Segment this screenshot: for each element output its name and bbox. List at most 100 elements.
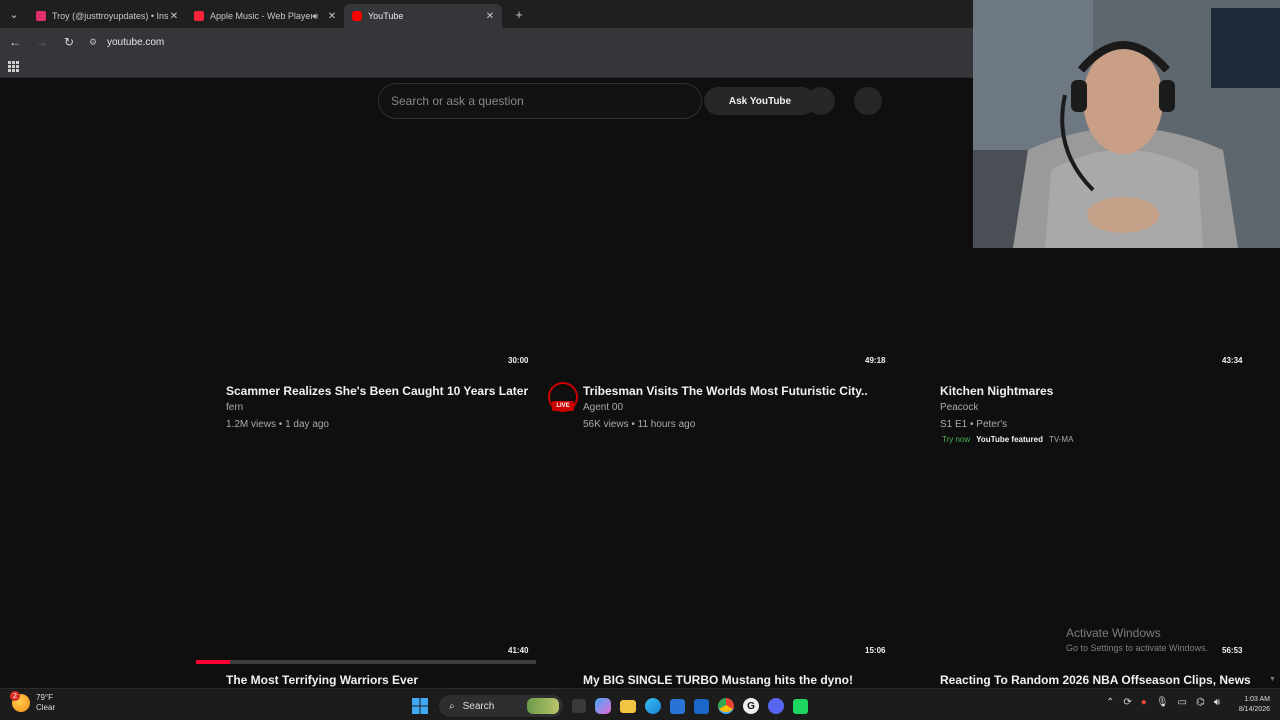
- video-meta: 1.2M views • 1 day ago: [226, 419, 329, 430]
- tab-instagram[interactable]: Troy (@justtroyupdates) • Instag ✕: [28, 4, 186, 28]
- close-icon[interactable]: ✕: [326, 11, 338, 22]
- try-now-badge[interactable]: Try now: [942, 435, 970, 444]
- video-thumbnail[interactable]: [553, 130, 893, 370]
- file-explorer-icon[interactable]: [620, 699, 636, 713]
- create-button[interactable]: [854, 87, 882, 115]
- tab-youtube[interactable]: YouTube ✕: [344, 4, 502, 28]
- tab-title: Troy (@justtroyupdates) • Instag: [52, 11, 168, 21]
- search-icon: ⌕: [449, 700, 455, 712]
- channel-name[interactable]: fern: [226, 402, 243, 413]
- close-icon[interactable]: ✕: [168, 11, 180, 22]
- video-title[interactable]: Tribesman Visits The Worlds Most Futuris…: [583, 384, 868, 398]
- apple-music-icon: [194, 11, 204, 21]
- copilot-icon[interactable]: [595, 698, 611, 714]
- search-box[interactable]: [378, 83, 702, 119]
- reload-button[interactable]: ↻: [57, 30, 81, 54]
- app-g-icon[interactable]: G: [743, 698, 759, 714]
- video-title[interactable]: Scammer Realizes She's Been Caught 10 Ye…: [226, 384, 528, 398]
- search-input[interactable]: [391, 94, 701, 108]
- search-highlight-icon: [527, 698, 559, 714]
- weather-sun-icon: 2: [10, 691, 30, 712]
- outlook-icon[interactable]: [694, 698, 709, 714]
- youtube-icon: [352, 11, 362, 21]
- microphone-icon[interactable]: 🎙︎: [1156, 697, 1169, 708]
- video-title[interactable]: The Most Terrifying Warriors Ever: [226, 673, 418, 687]
- address-bar[interactable]: ⚙ youtube.com: [87, 32, 975, 52]
- taskbar-search[interactable]: ⌕ Search: [439, 695, 563, 717]
- activate-windows-watermark: Activate Windows Go to Settings to activ…: [1066, 626, 1208, 653]
- video-title[interactable]: My BIG SINGLE TURBO Mustang hits the dyn…: [583, 673, 853, 687]
- video-duration: 30:00: [508, 356, 529, 365]
- system-tray: ⌃ ⟳ ● 🎙︎ ▭ ⌬ 🔊︎: [1106, 697, 1220, 708]
- scroll-down-arrow[interactable]: ▼: [1269, 676, 1276, 683]
- windows-start-icon[interactable]: [410, 696, 430, 716]
- site-info-icon[interactable]: ⚙: [87, 36, 99, 48]
- arrow-left-icon: ←: [9, 35, 21, 49]
- sync-icon[interactable]: ⟳: [1123, 697, 1131, 708]
- volume-icon[interactable]: 🔊︎: [1214, 697, 1220, 708]
- clock-time: 1:03 AM: [1244, 696, 1270, 703]
- plus-icon: +: [515, 6, 523, 22]
- video-duration: 15:06: [865, 646, 886, 655]
- watch-progress-fill: [196, 660, 230, 664]
- live-badge: LIVE: [552, 401, 574, 411]
- tab-apple-music[interactable]: Apple Music - Web Player 🔊︎ ✕: [186, 4, 344, 28]
- notification-badge: 2: [10, 691, 20, 701]
- video-duration: 41:40: [508, 646, 529, 655]
- webcam-overlay: [973, 0, 1280, 248]
- tab-search-menu[interactable]: ⌄: [0, 0, 28, 28]
- reload-icon: ↻: [63, 35, 75, 49]
- system-clock[interactable]: 1:03 AM 8/14/2026: [1226, 695, 1270, 715]
- activate-subtitle: Go to Settings to activate Windows.: [1066, 643, 1209, 653]
- video-badges: Try now YouTube featured TV-MA: [942, 435, 1073, 444]
- channel-name[interactable]: Peacock: [940, 402, 978, 413]
- clock-date: 8/14/2026: [1238, 706, 1270, 713]
- network-icon[interactable]: ⌬: [1196, 697, 1205, 708]
- url-text: youtube.com: [107, 36, 165, 48]
- video-meta: 56K views • 11 hours ago: [583, 419, 696, 430]
- bookmarks-bar: [0, 56, 975, 78]
- ask-youtube-button[interactable]: Ask YouTube: [704, 87, 816, 115]
- weather-cond: Clear: [36, 703, 56, 712]
- chrome-icon[interactable]: [718, 698, 734, 714]
- tab-title: YouTube: [368, 11, 404, 21]
- display-icon[interactable]: ▭: [1178, 697, 1187, 708]
- video-thumbnail[interactable]: [553, 460, 893, 660]
- back-button[interactable]: ←: [3, 30, 27, 54]
- video-title[interactable]: Reacting To Random 2026 NBA Offseason Cl…: [940, 673, 1251, 687]
- new-tab-button[interactable]: +: [508, 3, 530, 25]
- video-thumbnail[interactable]: [196, 130, 536, 370]
- speaker-icon[interactable]: 🔊︎: [312, 11, 318, 22]
- weather-widget[interactable]: 2 79°F Clear: [10, 691, 56, 713]
- chevron-down-icon: ⌄: [9, 8, 19, 21]
- screen: ⌄ Troy (@justtroyupdates) • Instag ✕ App…: [0, 0, 1280, 720]
- weather-temp: 79°F: [36, 693, 53, 702]
- windows-taskbar: 2 79°F Clear ⌕ Search G ⌃ ⟳ ● 🎙︎ ▭ ⌬ 🔊︎ …: [0, 688, 1280, 720]
- close-icon[interactable]: ✕: [484, 11, 496, 22]
- chrome-tray-icon[interactable]: ●: [1141, 697, 1147, 708]
- tab-strip: ⌄ Troy (@justtroyupdates) • Instag ✕ App…: [0, 0, 975, 28]
- taskbar-pinned-apps: ⌕ Search G: [410, 695, 808, 717]
- video-thumbnail[interactable]: [196, 460, 536, 660]
- discord-icon[interactable]: [768, 698, 784, 714]
- obs-app-icon[interactable]: [793, 698, 808, 714]
- edge-icon[interactable]: [645, 698, 661, 714]
- rating-badge: TV-MA: [1048, 435, 1074, 444]
- task-view-icon[interactable]: [572, 699, 586, 713]
- voice-search-button[interactable]: [807, 87, 835, 115]
- channel-name[interactable]: Agent 00: [583, 402, 623, 413]
- featured-badge: YouTube featured: [976, 435, 1043, 444]
- browser-toolbar: ← → ↻ ⚙ youtube.com: [0, 28, 975, 56]
- instagram-icon: [36, 11, 46, 21]
- video-duration: 56:53: [1222, 646, 1243, 655]
- activate-title: Activate Windows: [1066, 626, 1161, 640]
- video-meta: S1 E1 • Peter's: [940, 419, 1008, 430]
- video-duration: 43:34: [1222, 356, 1243, 365]
- video-title[interactable]: Kitchen Nightmares: [940, 384, 1053, 398]
- apps-grid-icon[interactable]: [8, 60, 20, 73]
- arrow-right-icon: →: [36, 35, 48, 49]
- chevron-up-icon[interactable]: ⌃: [1106, 697, 1114, 708]
- taskbar-search-label: Search: [462, 700, 495, 712]
- store-icon[interactable]: [670, 698, 685, 714]
- forward-button[interactable]: →: [30, 30, 54, 54]
